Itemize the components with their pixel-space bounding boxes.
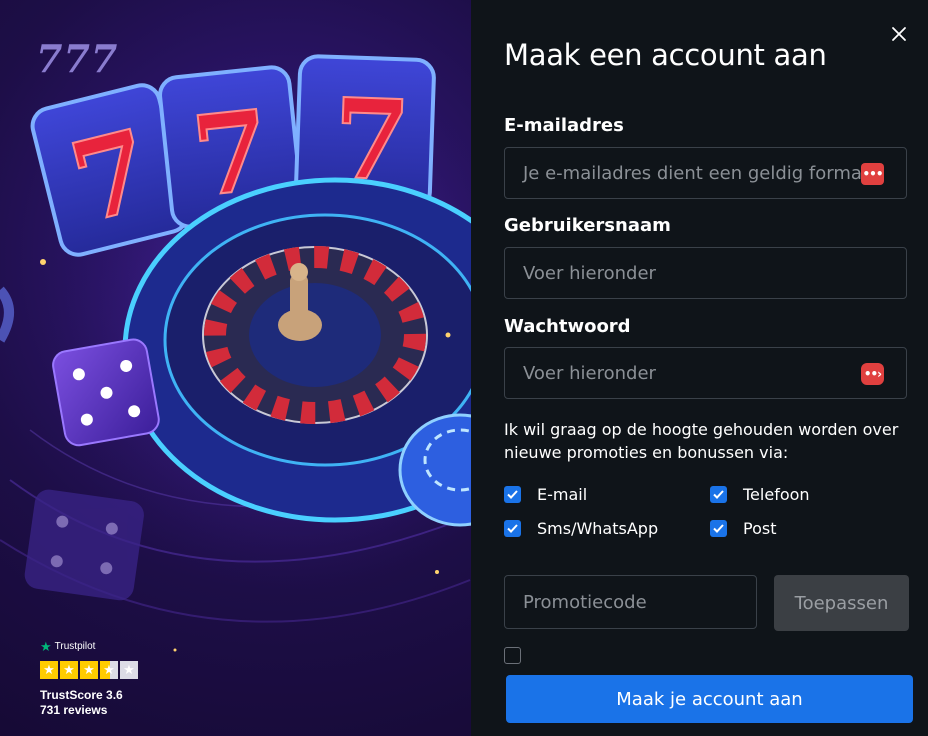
star-icon: ★: [60, 661, 78, 679]
promo-code-field[interactable]: Promotiecode: [504, 575, 757, 629]
checkmark-icon[interactable]: [710, 486, 727, 503]
checkbox-label: Post: [743, 519, 777, 538]
register-modal: 7 7 7 777 ★ Trustpilot ★ ★ ★ ★ ★ TrustSc…: [0, 0, 928, 736]
trustpilot-star-icon: ★: [40, 639, 52, 654]
password-manager-icon[interactable]: ••›: [861, 363, 884, 385]
checkbox-sms[interactable]: Sms/WhatsApp: [504, 519, 658, 538]
trustpilot-brand: Trustpilot: [54, 641, 96, 652]
trustpilot-rating-stars: ★ ★ ★ ★ ★: [40, 661, 138, 679]
apply-promo-button[interactable]: Toepassen: [774, 575, 909, 631]
register-form: Maak een account aan E-mailadres Je e-ma…: [471, 0, 928, 736]
star-icon: ★: [80, 661, 98, 679]
email-label: E-mailadres: [504, 115, 624, 136]
checkbox-post[interactable]: Post: [710, 519, 776, 538]
email-field[interactable]: Je e-mailadres dient een geldig formaat …: [504, 147, 907, 199]
checkbox-email[interactable]: E-mail: [504, 485, 587, 504]
star-empty-icon: ★: [120, 661, 138, 679]
checkbox-label: Telefoon: [743, 485, 810, 504]
checkbox-label: E-mail: [537, 485, 588, 504]
form-title: Maak een account aan: [504, 38, 827, 72]
checkmark-icon[interactable]: [504, 486, 521, 503]
close-icon[interactable]: [890, 25, 908, 43]
password-field[interactable]: Voer hieronder ••›: [504, 347, 907, 399]
promo-placeholder: Promotiecode: [523, 591, 647, 613]
checkbox-label: Sms/WhatsApp: [537, 519, 659, 538]
terms-checkbox[interactable]: [504, 647, 521, 664]
username-label: Gebruikersnaam: [504, 215, 671, 236]
consent-text: Ik wil graag op de hoogte gehouden worde…: [504, 420, 899, 462]
create-account-button[interactable]: Maak je account aan: [506, 675, 913, 723]
star-icon: ★: [40, 661, 58, 679]
trustpilot-header: ★ Trustpilot: [40, 640, 138, 653]
checkmark-icon[interactable]: [504, 520, 521, 537]
trustpilot-widget[interactable]: ★ Trustpilot ★ ★ ★ ★ ★ TrustScore 3.6 73…: [40, 640, 138, 717]
brand-logo: 777: [36, 36, 119, 81]
hero-panel: 7 7 7 777 ★ Trustpilot ★ ★ ★ ★ ★ TrustSc…: [0, 0, 471, 736]
trustpilot-score: TrustScore 3.6: [40, 688, 123, 702]
star-half-icon: ★: [100, 661, 118, 679]
casino-artwork: 7 7 7: [0, 54, 471, 652]
trustpilot-reviews: 731 reviews: [40, 703, 108, 717]
username-field[interactable]: Voer hieronder: [504, 247, 907, 299]
password-label: Wachtwoord: [504, 316, 631, 337]
password-placeholder: Voer hieronder: [523, 362, 656, 384]
checkmark-icon[interactable]: [710, 520, 727, 537]
password-manager-icon[interactable]: •••: [861, 163, 884, 185]
checkbox-phone[interactable]: Telefoon: [710, 485, 810, 504]
email-placeholder: Je e-mailadres dient een geldig formaat …: [523, 162, 868, 184]
username-placeholder: Voer hieronder: [523, 262, 656, 284]
